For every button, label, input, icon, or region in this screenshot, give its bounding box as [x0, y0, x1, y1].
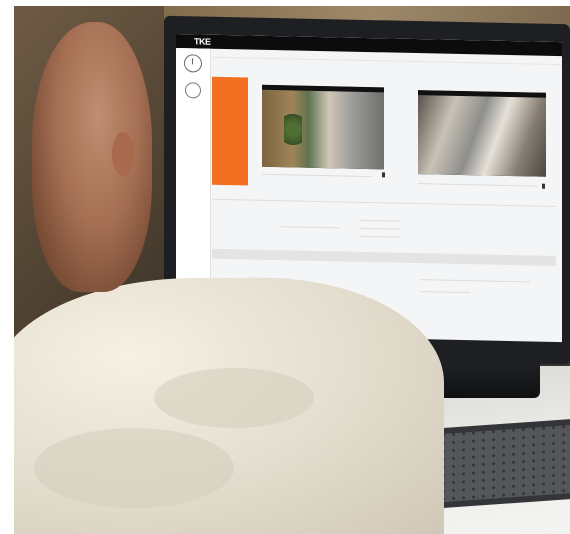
camera-image — [418, 95, 546, 177]
download-icon[interactable] — [542, 183, 545, 189]
app-logo: TKE — [194, 36, 211, 47]
plant-in-feed — [284, 109, 302, 150]
section-bar — [212, 248, 556, 266]
divider — [360, 235, 400, 238]
person-shirt — [14, 278, 444, 534]
status-tile[interactable] — [212, 76, 248, 186]
clock-icon[interactable] — [184, 54, 202, 73]
divider — [420, 279, 530, 283]
photo: TKE — [14, 6, 570, 534]
camera-feed-2[interactable] — [418, 90, 546, 177]
camera-feed-1[interactable] — [262, 84, 384, 170]
user-icon[interactable] — [185, 82, 201, 99]
shirt-fold — [154, 368, 314, 428]
divider — [420, 291, 470, 294]
status-tile-text — [216, 122, 244, 123]
divider — [360, 227, 400, 230]
shirt-fold — [34, 428, 234, 508]
divider — [418, 183, 538, 187]
divider — [212, 198, 556, 207]
person-head — [32, 22, 152, 292]
sidebar-item-label — [176, 73, 210, 74]
divider — [280, 226, 340, 229]
camera-image — [262, 89, 384, 170]
divider — [360, 219, 400, 222]
divider — [262, 173, 372, 178]
download-icon[interactable] — [382, 172, 385, 178]
person-ear — [112, 132, 134, 176]
